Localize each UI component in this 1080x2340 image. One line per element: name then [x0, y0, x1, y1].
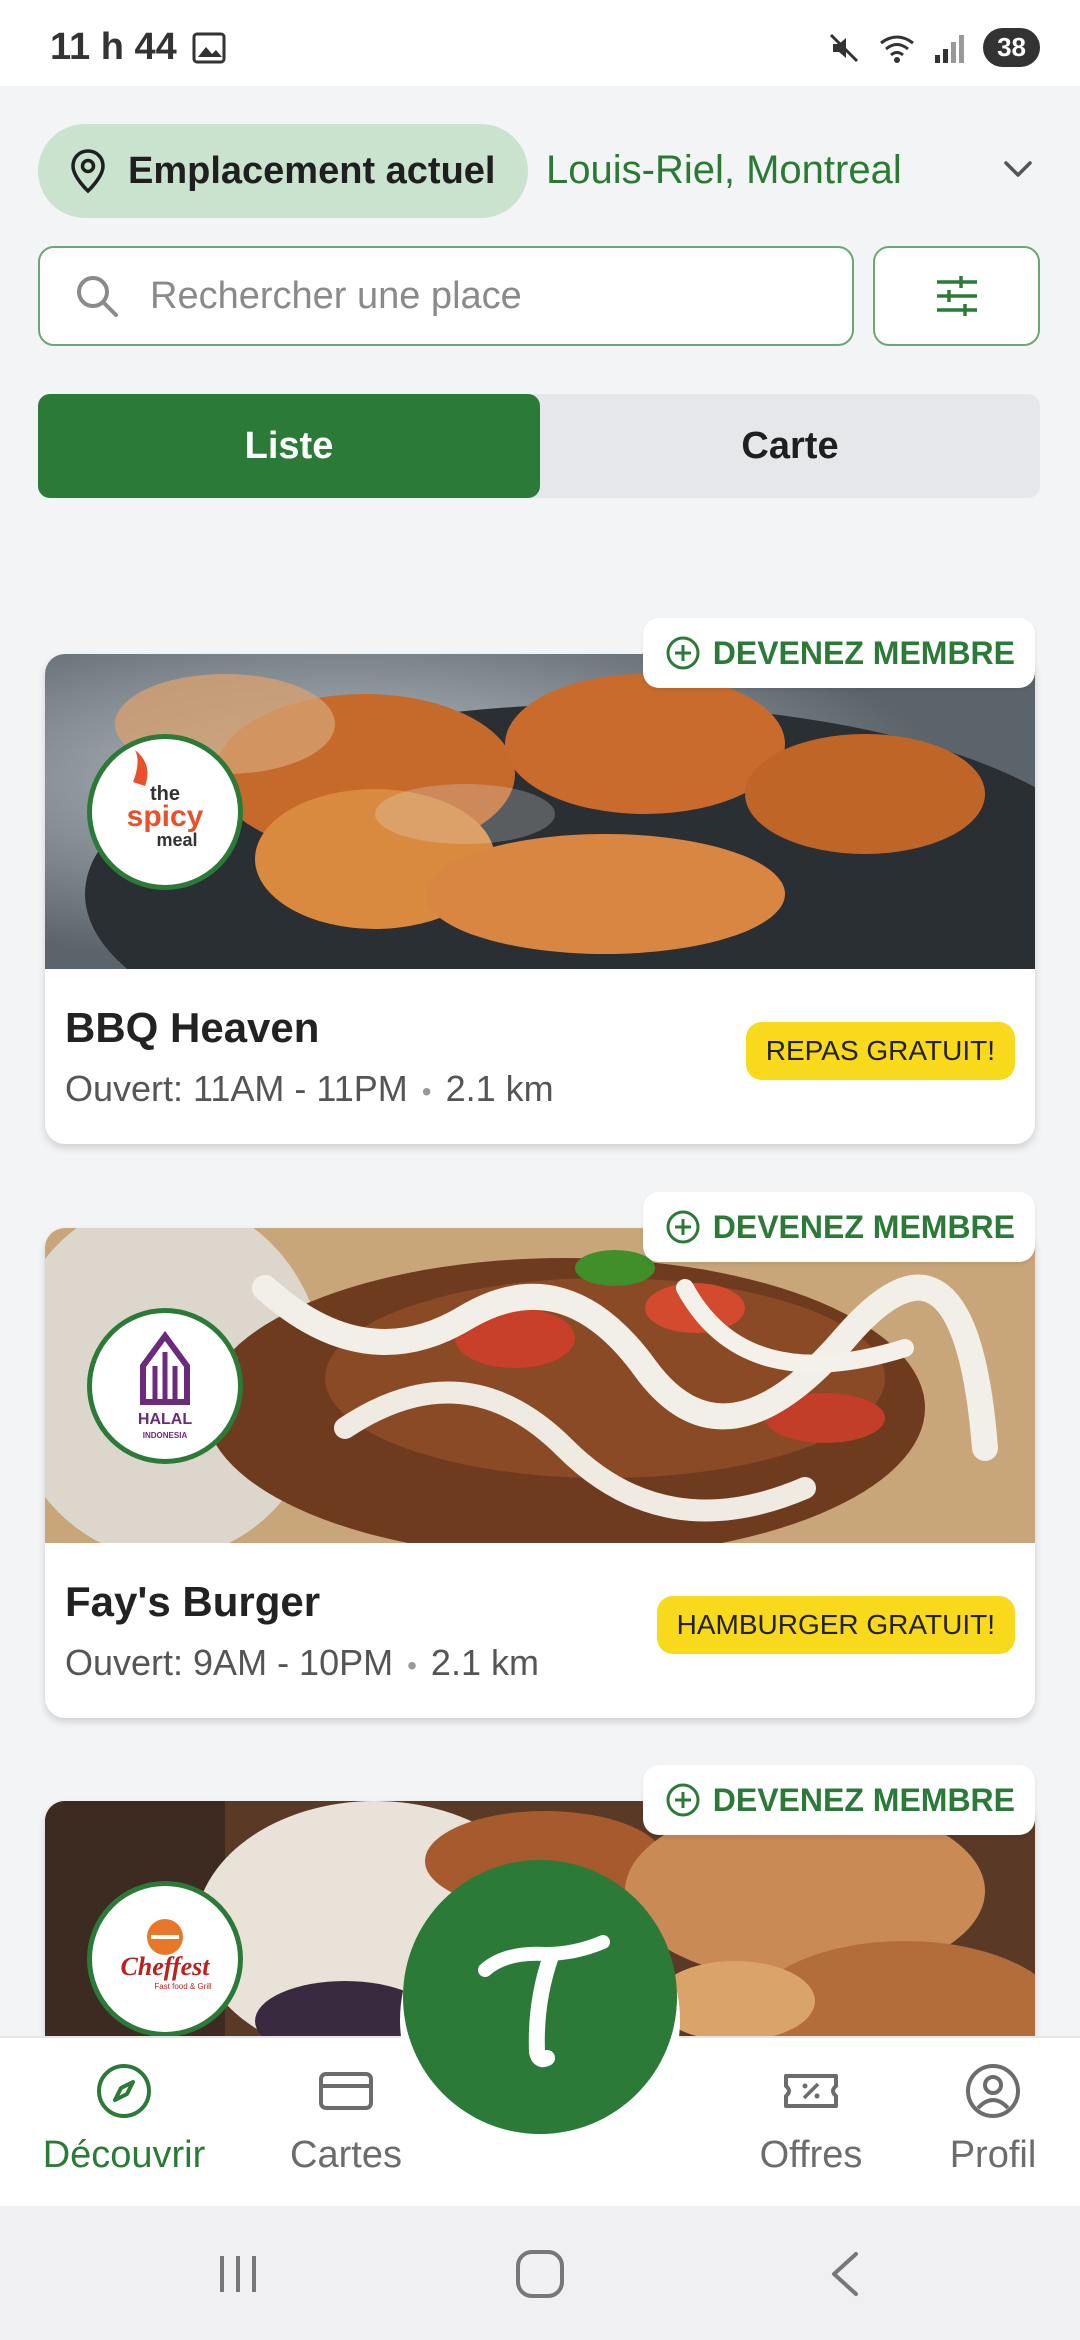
distance: 2.1 km — [430, 1642, 539, 1683]
search-placeholder: Rechercher une place — [150, 274, 522, 317]
nav-item-profile[interactable]: Profil — [893, 2062, 1080, 2177]
location-pin-icon — [71, 149, 105, 193]
plus-circle-icon — [666, 1210, 700, 1244]
restaurant-info: Ouvert: 9AM - 10PM • 2.1 km — [65, 1642, 539, 1683]
sliders-icon — [936, 276, 977, 316]
location-city[interactable]: Louis-Riel, Montreal — [546, 148, 902, 193]
compass-icon — [97, 2064, 151, 2118]
offer-badge: REPAS GRATUIT! — [745, 1022, 1015, 1080]
offer-badge: HAMBURGER GRATUIT! — [656, 1596, 1015, 1654]
card-icon — [319, 2072, 373, 2110]
user-icon — [966, 2064, 1020, 2118]
app-logo-button[interactable] — [403, 1860, 677, 2134]
tab-list[interactable]: Liste — [38, 394, 540, 498]
signal-icon — [935, 34, 965, 63]
chevron-down-icon[interactable] — [1000, 154, 1036, 184]
restaurant-card[interactable]: the spicy meal DEVENEZ MEMBRE BBQ Heaven… — [45, 618, 1035, 1144]
back-icon[interactable] — [822, 2248, 868, 2300]
svg-text:INDONESIA: INDONESIA — [143, 1431, 188, 1440]
recent-apps-icon[interactable] — [214, 2250, 262, 2298]
system-navigation-bar — [0, 2206, 1080, 2340]
nav-label: Offres — [759, 2134, 863, 2176]
mute-icon — [830, 33, 859, 62]
search-input[interactable]: Rechercher une place — [38, 246, 854, 346]
restaurant-info: Ouvert: 11AM - 11PM • 2.1 km — [65, 1068, 554, 1109]
become-member-button[interactable]: DEVENEZ MEMBRE — [642, 618, 1035, 688]
become-member-label: DEVENEZ MEMBRE — [712, 1781, 1015, 1818]
svg-text:Cheffest: Cheffest — [120, 1952, 210, 1981]
app-logo-icon — [478, 1935, 610, 2068]
current-location-pill[interactable]: Emplacement actuel — [38, 124, 528, 218]
nav-label: Profil — [949, 2134, 1037, 2176]
battery-indicator: 38 — [983, 28, 1040, 67]
filter-button[interactable] — [873, 246, 1040, 346]
svg-text:HALAL: HALAL — [138, 1411, 192, 1428]
restaurant-card[interactable]: HALAL INDONESIA DEVENEZ MEMBRE Fay's Bur… — [45, 1192, 1035, 1718]
current-location-label: Emplacement actuel — [128, 149, 496, 192]
restaurant-logo: HALAL INDONESIA — [87, 1308, 243, 1464]
opening-hours: Ouvert: 9AM - 10PM — [65, 1642, 394, 1683]
svg-text:spicy: spicy — [127, 800, 204, 833]
wifi-icon — [880, 35, 914, 63]
nav-label: Cartes — [290, 2134, 402, 2176]
ticket-icon — [784, 2074, 838, 2108]
become-member-label: DEVENEZ MEMBRE — [712, 1208, 1015, 1245]
distance: 2.1 km — [445, 1068, 554, 1109]
gallery-icon — [192, 32, 226, 64]
search-icon — [77, 276, 118, 317]
status-time: 11 h 44 — [50, 26, 177, 68]
restaurant-logo: the spicy meal — [87, 734, 243, 890]
restaurant-logo: Cheffest Fast food & Grill — [87, 1881, 243, 2037]
nav-item-offers[interactable]: Offres — [711, 2062, 911, 2177]
restaurant-photo: the spicy meal — [45, 654, 1035, 969]
status-bar: 11 h 44 38 — [0, 0, 1080, 86]
home-icon[interactable] — [514, 2248, 566, 2300]
plus-circle-icon — [666, 636, 700, 670]
nav-label: Découvrir — [42, 2134, 206, 2176]
tab-map[interactable]: Carte — [540, 394, 1040, 498]
become-member-button[interactable]: DEVENEZ MEMBRE — [642, 1765, 1035, 1835]
restaurant-name: BBQ Heaven — [65, 1004, 320, 1051]
restaurant-name: Fay's Burger — [65, 1578, 321, 1625]
opening-hours: Ouvert: 11AM - 11PM — [65, 1068, 408, 1109]
restaurant-photo: HALAL INDONESIA — [45, 1228, 1035, 1543]
become-member-label: DEVENEZ MEMBRE — [712, 634, 1015, 671]
svg-text:meal: meal — [156, 830, 197, 850]
view-toggle: Liste Carte — [38, 394, 1040, 498]
status-icons: 38 — [827, 28, 1040, 67]
nav-item-discover[interactable]: Découvrir — [24, 2062, 224, 2177]
svg-text:Fast food & Grill: Fast food & Grill — [154, 1982, 212, 1991]
become-member-button[interactable]: DEVENEZ MEMBRE — [642, 1192, 1035, 1262]
plus-circle-icon — [666, 1783, 700, 1817]
